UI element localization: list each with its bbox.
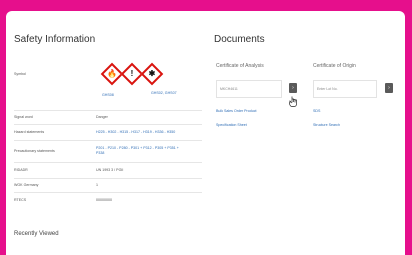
certificate-of-analysis-heading: Certificate of Analysis (216, 63, 264, 69)
row-divider (14, 140, 202, 141)
product-card (6, 11, 405, 255)
coa-lot-input[interactable]: MKCH4611 (216, 80, 282, 98)
row-divider (14, 162, 202, 163)
coo-lot-input[interactable]: Enter Lot No. (313, 80, 377, 98)
coo-search-button[interactable]: › (385, 83, 393, 93)
recently-viewed-heading: Recently Viewed (14, 231, 59, 237)
sds-link[interactable]: SDS (313, 109, 320, 113)
row-divider (14, 192, 202, 193)
row-label-wgk-germany: WGK Germany (14, 183, 39, 187)
row-label-precautionary-statements: Precautionary statements (14, 149, 55, 153)
documents-title: Documents (214, 34, 265, 45)
signal-word-value: Danger (96, 115, 108, 119)
hand-cursor-icon (289, 96, 297, 107)
certificate-of-origin-heading: Certificate of Origin (313, 63, 356, 69)
row-label-signal-word: Signal word (14, 115, 33, 119)
row-divider (14, 110, 202, 111)
safety-information-title: Safety Information (14, 34, 96, 45)
pictogram-link[interactable]: GHS08 (102, 93, 114, 97)
precautionary-statements-value[interactable]: P201 - P210 - P280 - P301 + P312 - P305 … (96, 146, 180, 156)
bulk-sales-order-link[interactable]: Bulk Sales Order Product (216, 109, 257, 113)
rtecs-value: 00000000 (96, 198, 112, 202)
wgk-germany-value: 1 (96, 183, 98, 187)
row-label-rtecs: RTECS (14, 198, 27, 202)
pictogram-codes[interactable]: GHS02, GHS07 (151, 91, 177, 95)
row-label-ridadr: RIDADR (14, 168, 28, 172)
row-divider (14, 124, 202, 125)
hazard-statements-value[interactable]: H225 - H302 - H315 - H317 - H319 - H336 … (96, 130, 175, 134)
row-divider (14, 178, 202, 179)
specification-sheet-link[interactable]: Specification Sheet (216, 123, 247, 127)
coa-search-button[interactable]: › (289, 83, 297, 93)
row-label-symbol: Symbol (14, 72, 26, 76)
health-hazard-icon: ✱ (140, 62, 164, 86)
ridadr-value: UN 1993 3 / PGII (96, 168, 124, 172)
structure-search-link[interactable]: Structure Search (313, 123, 340, 127)
row-label-hazard-statements: Hazard statements (14, 130, 45, 134)
ghs-pictograms: 🔥 ! ✱ (100, 62, 164, 88)
